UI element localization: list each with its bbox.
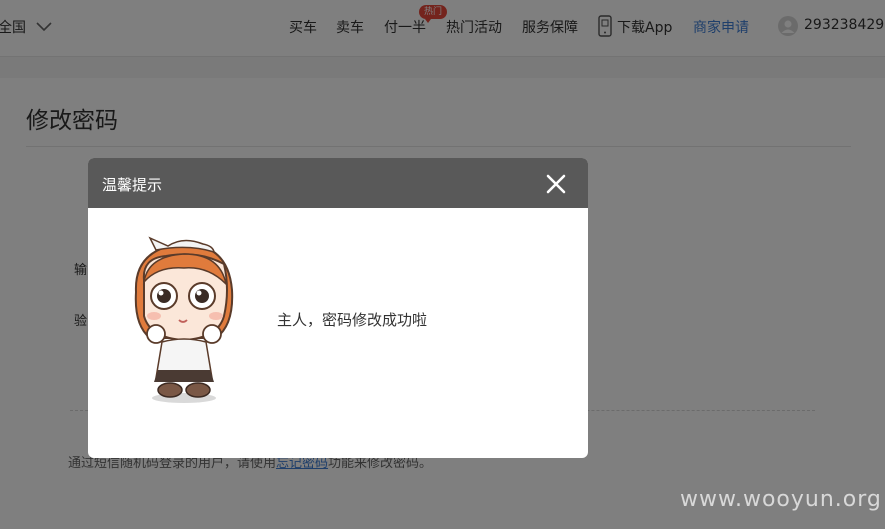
tip-dialog: 温馨提示 主人，密码修改成功啦 — [88, 158, 588, 458]
mascot-illustration — [134, 236, 234, 403]
dialog-title: 温馨提示 — [102, 176, 163, 194]
dialog-message: 主人，密码修改成功啦 — [277, 311, 428, 329]
close-icon[interactable] — [544, 172, 568, 196]
dialog-header: 温馨提示 — [88, 158, 588, 208]
watermark: www.wooyun.org — [680, 487, 882, 512]
